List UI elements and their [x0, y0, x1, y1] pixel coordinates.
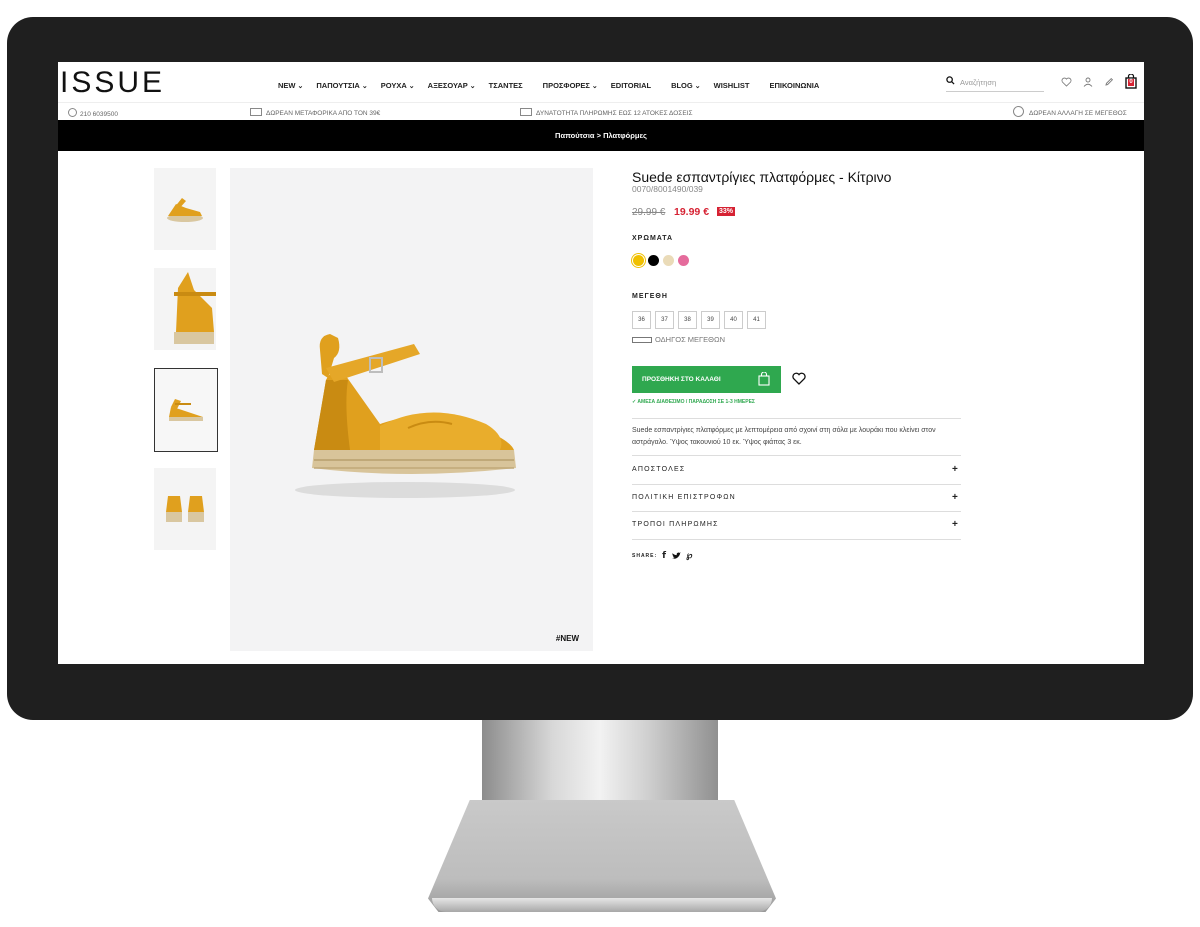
add-to-cart-button[interactable]: ΠΡΟΣΘΗΚΗ ΣΤΟ ΚΑΛΑΘΙ	[632, 366, 781, 393]
size-option[interactable]: 38	[678, 311, 697, 329]
size-option[interactable]: 40	[724, 311, 743, 329]
availability-status: ✓ ΑΜΕΣΑ ΔΙΑΘΕΣΙΜΟ / ΠΑΡΑΔΟΣΗ ΣΕ 1-3 ΗΜΕΡ…	[632, 399, 755, 405]
accordion-payment[interactable]: ΤΡΟΠΟΙ ΠΛΗΡΩΜΗΣ +	[632, 519, 961, 530]
nav-item-contact[interactable]: ΕΠΙΚΟΙΝΩΝΙΑ	[769, 81, 819, 90]
pencil-icon[interactable]	[1104, 77, 1114, 87]
twitter-icon[interactable]	[672, 551, 682, 560]
gallery-thumbnail[interactable]	[154, 268, 216, 350]
phone-info[interactable]: 210 6039500	[68, 108, 118, 118]
sandal-thumbnail-image	[167, 198, 203, 222]
search-input[interactable]: Αναζήτηση	[960, 78, 996, 87]
chevron-down-icon: ⌄	[408, 83, 415, 90]
chevron-down-icon: ⌄	[297, 83, 304, 90]
headset-icon	[68, 108, 77, 117]
price-old: 29.99 €	[632, 207, 666, 218]
breadcrumb[interactable]: Παπούτσια > Πλατφόρμες	[58, 131, 1144, 140]
heart-icon[interactable]	[1061, 77, 1072, 87]
chevron-down-icon: ⌄	[361, 83, 368, 90]
search-box[interactable]: Αναζήτηση	[946, 75, 1044, 92]
main-product-image[interactable]: #NEW	[230, 168, 593, 651]
header-icons: 0	[1061, 74, 1137, 89]
size-option[interactable]: 39	[701, 311, 720, 329]
nav-item-blog[interactable]: BLOG ⌄	[671, 81, 701, 90]
color-swatch-beige[interactable]	[663, 255, 674, 266]
size-option[interactable]: 37	[655, 311, 674, 329]
divider	[632, 455, 961, 456]
ruler-icon	[632, 336, 652, 343]
nav-item-wishlist[interactable]: WISHLIST	[714, 81, 750, 90]
plus-icon: +	[951, 464, 959, 475]
info-bar: 210 6039500 ΔΩΡΕΑΝ ΜΕΤΑΦΟΡΙΚΑ ΑΠΟ ΤΟΝ 39…	[58, 102, 1144, 121]
plus-icon: +	[951, 519, 959, 530]
new-tag: #NEW	[555, 634, 579, 643]
price-new: 19.99 €	[674, 206, 710, 218]
product-sku: 0070/8001490/039	[632, 184, 703, 194]
nav-item-bags[interactable]: ΤΣΑΝΤΕΣ	[489, 81, 523, 90]
color-swatch-pink[interactable]	[678, 255, 689, 266]
nav-item-clothes[interactable]: ΡΟΥΧΑ ⌄	[381, 81, 415, 90]
accordion-shipping[interactable]: ΑΠΟΣΤΟΛΕΣ +	[632, 464, 961, 475]
accordion-returns[interactable]: ΠΟΛΙΤΙΚΗ ΕΠΙΣΤΡΟΦΩΝ +	[632, 492, 961, 503]
plus-icon: +	[951, 492, 959, 503]
browser-screen: ISSUE NEW ⌄ ΠΑΠΟΥΤΣΙΑ ⌄ ΡΟΥΧΑ ⌄ ΑΞΕΣΟΥΑΡ ⌄ Τ…	[58, 62, 1144, 664]
gallery-thumbnail[interactable]	[154, 168, 216, 250]
monitor-neck	[482, 720, 718, 810]
nav-item-shoes[interactable]: ΠΑΠΟΥΤΣΙΑ ⌄	[316, 81, 367, 90]
share-bar: SHARE: f ℘	[632, 550, 694, 561]
divider	[632, 539, 961, 540]
size-guide-link[interactable]: ΟΔΗΓΟΣ ΜΕΓΕΘΩΝ	[632, 335, 725, 344]
divider	[632, 484, 961, 485]
size-option[interactable]: 36	[632, 311, 651, 329]
chevron-down-icon: ⌄	[469, 83, 476, 90]
sandal-main-image	[295, 334, 516, 498]
exchange-info: ΔΩΡΕΑΝ ΑΛΛΑΓΗ ΣΕ ΜΕΓΕΘΟΣ	[1013, 106, 1127, 117]
divider	[632, 418, 961, 419]
monitor-stand	[428, 800, 776, 912]
monitor-stand-base	[432, 898, 772, 912]
color-swatch-black[interactable]	[648, 255, 659, 266]
chevron-down-icon: ⌄	[694, 83, 701, 90]
bag-icon	[758, 372, 770, 386]
size-selector: 36 37 38 39 40 41	[632, 311, 766, 329]
product-description: Suede εσπαντρίγιες πλατφόρμες με λεπτομέ…	[632, 427, 936, 446]
nav-item-editorial[interactable]: EDITORIAL	[611, 81, 651, 90]
pinterest-icon[interactable]: ℘	[686, 550, 693, 561]
nav-item-new[interactable]: NEW ⌄	[278, 81, 303, 90]
check-icon: ✓	[632, 399, 637, 405]
installments-info: ΔΥΝΑΤΟΤΗΤΑ ΠΛΗΡΩΜΗΣ ΕΩΣ 12 ΑΤΟΚΕΣ ΔΟΣΕΙΣ	[520, 108, 692, 117]
add-to-cart-label: ΠΡΟΣΘΗΚΗ ΣΤΟ ΚΑΛΑΘΙ	[642, 376, 721, 383]
truck-icon	[250, 108, 262, 116]
shipping-info: ΔΩΡΕΑΝ ΜΕΤΑΦΟΡΙΚΑ ΑΠΟ ΤΟΝ 39€	[250, 108, 380, 117]
sandal-thumbnail-image	[166, 496, 204, 522]
exchange-icon	[1013, 106, 1024, 117]
divider	[632, 511, 961, 512]
sandal-thumbnail-image	[169, 399, 203, 421]
gallery-thumbnail-active[interactable]	[154, 368, 218, 452]
main-nav: NEW ⌄ ΠΑΠΟΥΤΣΙΑ ⌄ ΡΟΥΧΑ ⌄ ΑΞΕΣΟΥΑΡ ⌄ ΤΣΑΝΤΕΣ…	[278, 81, 832, 90]
gallery-thumbnail[interactable]	[154, 468, 216, 550]
size-option[interactable]: 41	[747, 311, 766, 329]
cart-count-badge: 0	[1128, 79, 1134, 86]
search-icon[interactable]	[946, 76, 955, 85]
colors-label: ΧΡΩΜΑΤΑ	[632, 235, 674, 242]
sizes-label: ΜΕΓΕΘΗ	[632, 293, 668, 300]
chevron-down-icon: ⌄	[591, 83, 598, 90]
nav-item-offers[interactable]: ΠΡΟΣΦΟΡΕΣ ⌄	[543, 81, 598, 90]
nav-item-accessories[interactable]: ΑΞΕΣΟΥΑΡ ⌄	[428, 81, 476, 90]
facebook-icon[interactable]: f	[662, 551, 667, 561]
cart-button[interactable]: 0	[1125, 74, 1137, 89]
card-icon	[520, 108, 532, 116]
breadcrumb-bar: Παπούτσια > Πλατφόρμες	[58, 120, 1144, 151]
sandal-thumbnail-image	[174, 272, 216, 344]
wishlist-heart-icon[interactable]	[792, 372, 806, 385]
site-logo[interactable]: ISSUE	[60, 66, 165, 100]
color-swatch-yellow[interactable]	[633, 255, 644, 266]
user-icon[interactable]	[1083, 77, 1093, 87]
discount-badge: 33%	[717, 207, 736, 216]
product-title: Suede εσπαντρίγιες πλατφόρμες - Κίτρινο	[632, 169, 892, 185]
